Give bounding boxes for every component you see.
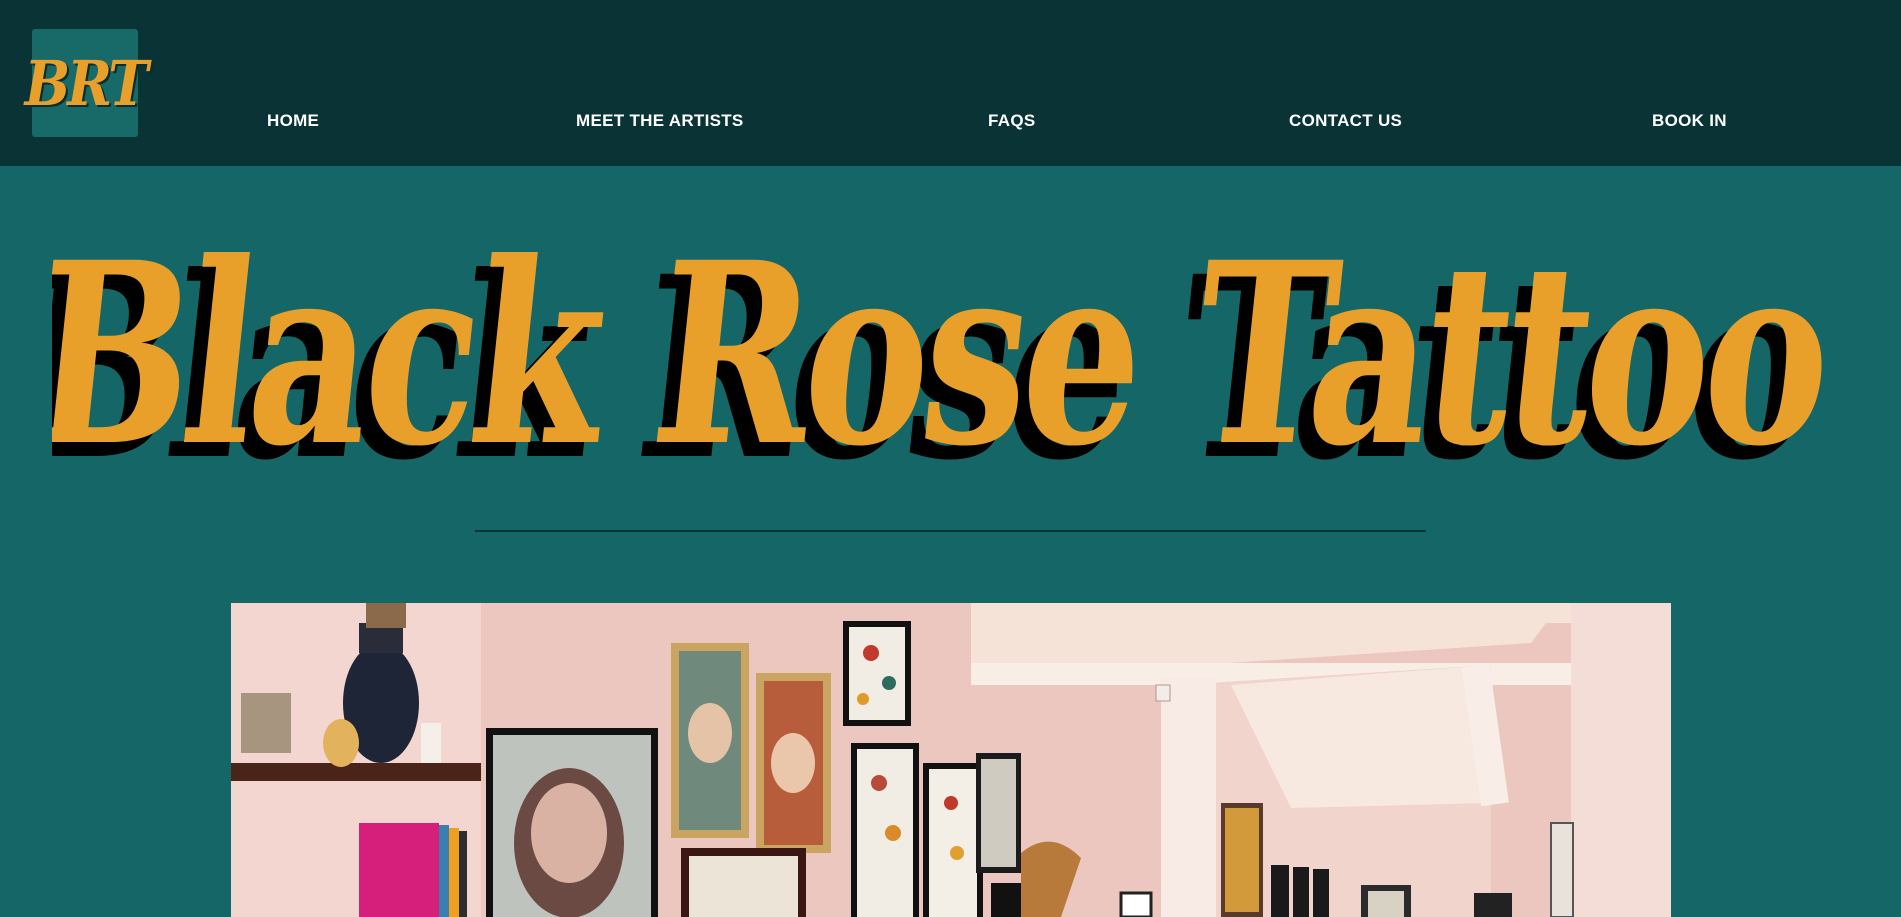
studio-photo-illustration xyxy=(231,603,1671,917)
main-nav: HOME MEET THE ARTISTS FAQS CONTACT US BO… xyxy=(0,111,1901,131)
title-divider xyxy=(475,530,1426,532)
hero-title: Black Rose Tattoo Black Rose Tattoo xyxy=(52,190,1852,490)
hero-title-text: Black Rose Tattoo xyxy=(52,209,1840,490)
nav-book-in-link[interactable]: BOOK IN xyxy=(1652,111,1727,131)
nav-meet-the-artists-link[interactable]: MEET THE ARTISTS xyxy=(576,111,744,131)
hero-title-svg: Black Rose Tattoo Black Rose Tattoo xyxy=(52,209,1840,490)
nav-faqs-link[interactable]: FAQS xyxy=(988,111,1036,131)
site-header: BRT HOME MEET THE ARTISTS FAQS CONTACT U… xyxy=(0,0,1901,166)
nav-contact-us-link[interactable]: CONTACT US xyxy=(1289,111,1402,131)
studio-photo xyxy=(231,603,1671,917)
logo-text: BRT xyxy=(24,46,149,120)
nav-home-link[interactable]: HOME xyxy=(267,111,319,131)
